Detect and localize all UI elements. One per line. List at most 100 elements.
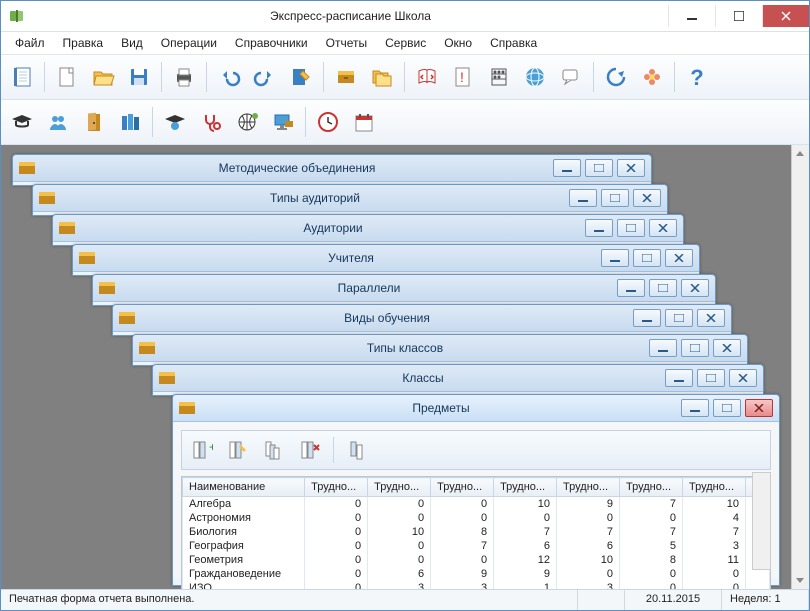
child-close-button[interactable] <box>633 189 661 207</box>
data-grid[interactable]: НаименованиеТрудно...Трудно...Трудно...Т… <box>181 476 771 589</box>
table-row[interactable]: Биология01087777 <box>183 525 770 539</box>
child-maximize-button[interactable] <box>665 309 693 327</box>
child-maximize-button[interactable] <box>633 249 661 267</box>
child-close-button[interactable] <box>729 369 757 387</box>
column-header[interactable]: Трудно... <box>305 478 368 497</box>
child-close-button[interactable] <box>649 219 677 237</box>
globe-icon[interactable] <box>518 60 552 94</box>
child-titlebar[interactable]: Учителя <box>73 245 699 272</box>
column-header[interactable]: Трудно... <box>557 478 620 497</box>
delete-column-icon[interactable] <box>294 435 326 465</box>
menu-7[interactable]: Окно <box>436 33 480 53</box>
child-titlebar[interactable]: Типы классов <box>133 335 747 362</box>
child-minimize-button[interactable] <box>681 399 709 417</box>
menu-5[interactable]: Отчеты <box>318 33 375 53</box>
clock-icon[interactable] <box>311 105 345 139</box>
child-close-button[interactable] <box>745 399 773 417</box>
child-close-button[interactable] <box>713 339 741 357</box>
child-minimize-button[interactable] <box>585 219 613 237</box>
edit-column-icon[interactable] <box>222 435 254 465</box>
child-close-button[interactable] <box>617 159 645 177</box>
column-header[interactable]: Трудно... <box>431 478 494 497</box>
menu-0[interactable]: Файл <box>7 33 53 53</box>
grid-scrollbar[interactable] <box>752 472 771 570</box>
column-header[interactable]: Трудно... <box>368 478 431 497</box>
child-minimize-button[interactable] <box>633 309 661 327</box>
graduation2-icon[interactable] <box>158 105 192 139</box>
child-minimize-button[interactable] <box>665 369 693 387</box>
column-header[interactable]: Трудно... <box>620 478 683 497</box>
child-close-button[interactable] <box>697 309 725 327</box>
child-maximize-button[interactable] <box>697 369 725 387</box>
child-minimize-button[interactable] <box>601 249 629 267</box>
calendar-icon[interactable] <box>347 105 381 139</box>
menu-4[interactable]: Справочники <box>227 33 316 53</box>
flower-icon[interactable] <box>635 60 669 94</box>
refresh-icon[interactable] <box>599 60 633 94</box>
stethoscope-icon[interactable] <box>194 105 228 139</box>
copy-column-icon[interactable] <box>258 435 290 465</box>
mdi-scrollbar[interactable] <box>791 145 809 589</box>
books-icon[interactable] <box>113 105 147 139</box>
edit-icon[interactable] <box>284 60 318 94</box>
reorder-column-icon[interactable] <box>341 435 373 465</box>
column-header[interactable]: Трудно... <box>494 478 557 497</box>
menu-6[interactable]: Сервис <box>377 33 434 53</box>
child-maximize-button[interactable] <box>585 159 613 177</box>
ball-icon[interactable] <box>230 105 264 139</box>
child-minimize-button[interactable] <box>617 279 645 297</box>
maximize-button[interactable] <box>715 5 762 27</box>
child-close-button[interactable] <box>665 249 693 267</box>
folders-icon[interactable] <box>365 60 399 94</box>
child-maximize-button[interactable] <box>681 339 709 357</box>
child-titlebar[interactable]: Методические объединения <box>13 155 651 182</box>
child-minimize-button[interactable] <box>649 339 677 357</box>
alert-doc-icon[interactable]: ! <box>446 60 480 94</box>
help-icon[interactable]: ? <box>680 60 714 94</box>
menu-2[interactable]: Вид <box>113 33 151 53</box>
abacus-icon[interactable] <box>482 60 516 94</box>
child-titlebar[interactable]: Классы <box>153 365 763 392</box>
child-window: Параллели <box>92 274 716 306</box>
table-row[interactable]: Геометрия0001210811 <box>183 553 770 567</box>
door-icon[interactable] <box>77 105 111 139</box>
table-row[interactable]: Алгебра000109710 <box>183 497 770 512</box>
table-row[interactable]: Астрономия0000004 <box>183 511 770 525</box>
child-titlebar[interactable]: Предметы <box>173 395 779 422</box>
graduation-icon[interactable] <box>5 105 39 139</box>
print-icon[interactable] <box>167 60 201 94</box>
child-close-button[interactable] <box>681 279 709 297</box>
child-titlebar[interactable]: Типы аудиторий <box>33 185 667 212</box>
undo-icon[interactable] <box>212 60 246 94</box>
menu-3[interactable]: Операции <box>153 33 225 53</box>
computer-icon[interactable] <box>266 105 300 139</box>
column-header[interactable]: Наименование <box>183 478 305 497</box>
notebook-icon[interactable] <box>5 60 39 94</box>
add-column-icon[interactable]: + <box>186 435 218 465</box>
child-maximize-button[interactable] <box>617 219 645 237</box>
table-row[interactable]: Граждановедение0699000 <box>183 567 770 581</box>
child-maximize-button[interactable] <box>713 399 741 417</box>
child-titlebar[interactable]: Виды обучения <box>113 305 731 332</box>
child-minimize-button[interactable] <box>553 159 581 177</box>
child-titlebar[interactable]: Аудитории <box>53 215 683 242</box>
save-icon[interactable] <box>122 60 156 94</box>
child-minimize-button[interactable] <box>569 189 597 207</box>
table-row[interactable]: ИЗО0331300 <box>183 581 770 589</box>
close-button[interactable] <box>762 5 809 27</box>
child-maximize-button[interactable] <box>649 279 677 297</box>
redo-icon[interactable] <box>248 60 282 94</box>
drawer-icon[interactable] <box>329 60 363 94</box>
book-icon[interactable] <box>410 60 444 94</box>
users-icon[interactable] <box>41 105 75 139</box>
new-icon[interactable] <box>50 60 84 94</box>
menu-1[interactable]: Правка <box>55 33 112 53</box>
open-icon[interactable] <box>86 60 120 94</box>
menu-8[interactable]: Справка <box>482 33 545 53</box>
child-maximize-button[interactable] <box>601 189 629 207</box>
column-header[interactable]: Трудно... <box>682 478 745 497</box>
child-titlebar[interactable]: Параллели <box>93 275 715 302</box>
minimize-button[interactable] <box>668 5 715 27</box>
chat-icon[interactable] <box>554 60 588 94</box>
table-row[interactable]: География0076653 <box>183 539 770 553</box>
